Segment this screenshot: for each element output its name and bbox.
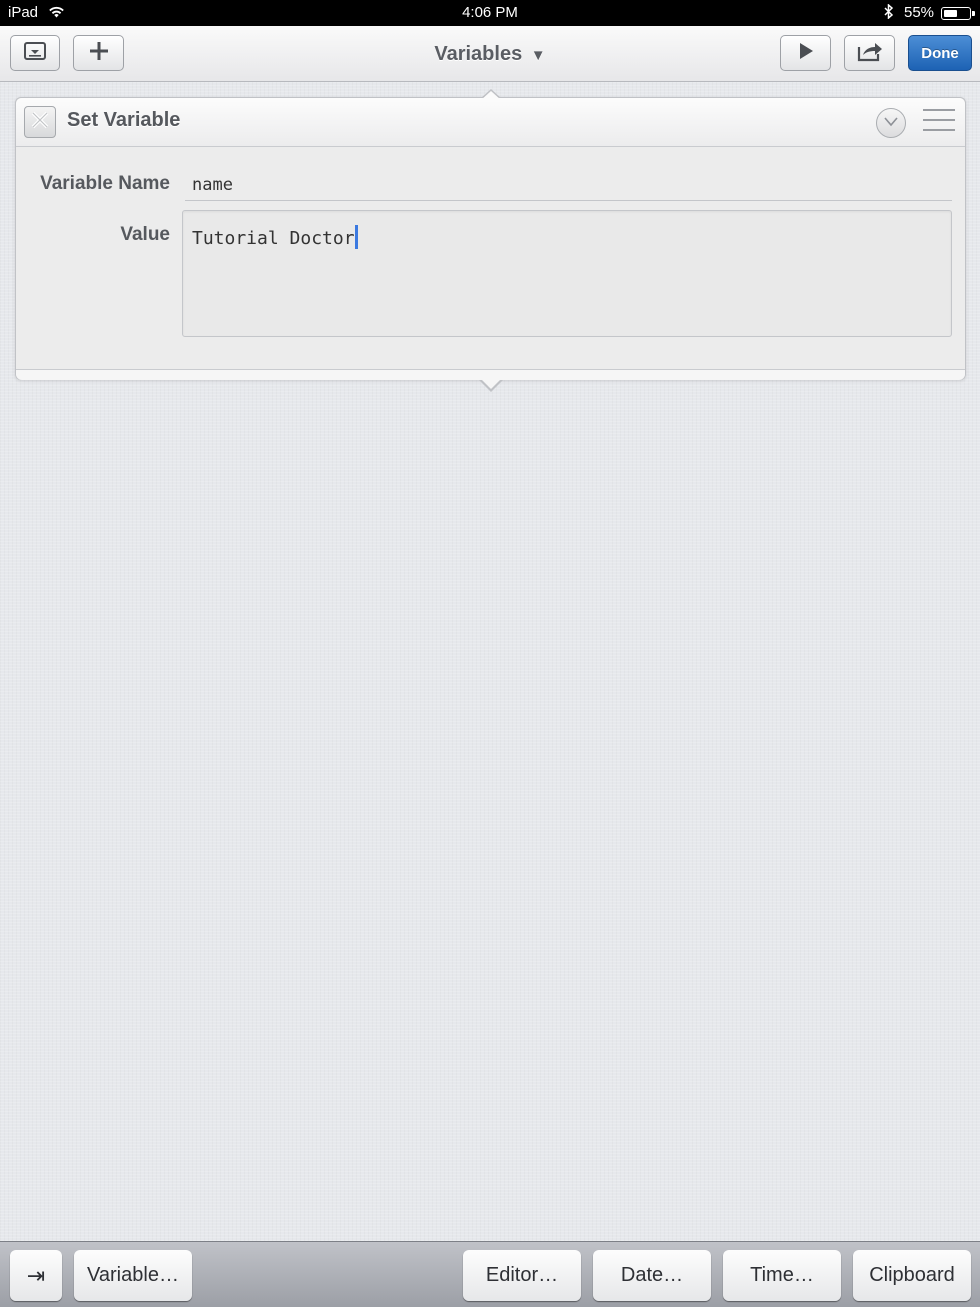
workflow-title-button[interactable]: Variables ▼ [0,43,980,66]
bluetooth-icon [884,3,894,22]
card-pointer-fill [481,91,501,100]
battery-percent: 55% [904,4,935,21]
chevron-down-icon [884,114,898,132]
close-icon [30,110,50,135]
time-button[interactable]: Time… [723,1250,841,1301]
status-bar: iPad 4:06 PM 55% [0,0,980,26]
variable-name-field[interactable]: name [185,173,952,201]
clipboard-button[interactable]: Clipboard [853,1250,971,1301]
status-time: 4:06 PM [462,4,518,21]
run-button[interactable] [780,35,831,71]
action-options-button[interactable] [876,108,906,138]
reorder-handle-icon[interactable] [923,109,955,135]
workflow-title: Variables [434,43,523,65]
delete-action-button[interactable] [24,106,56,138]
date-button[interactable]: Date… [593,1250,711,1301]
keyboard-accessory-bar: ⇥ Variable… Editor… Date… Time… Clipboar… [0,1241,980,1307]
chevron-down-icon: ▼ [530,47,546,64]
tab-key-button[interactable]: ⇥ [10,1250,62,1301]
variable-name-label: Variable Name [40,173,170,194]
share-button[interactable] [844,35,895,71]
text-cursor [354,225,358,249]
share-icon [856,40,884,67]
toolbar: Variables ▼ Done [0,26,980,82]
value-text-field[interactable]: Tutorial Doctor [182,210,952,337]
value-text: Tutorial Doctor [192,228,355,249]
variable-button[interactable]: Variable… [74,1250,192,1301]
done-button[interactable]: Done [908,35,972,71]
battery-icon [941,7,975,20]
editor-button[interactable]: Editor… [463,1250,581,1301]
action-header: Set Variable [16,98,965,147]
action-title: Set Variable [67,109,181,131]
play-icon [798,42,814,65]
card-pointer-bottom-fill [481,379,501,389]
value-label: Value [120,224,170,245]
